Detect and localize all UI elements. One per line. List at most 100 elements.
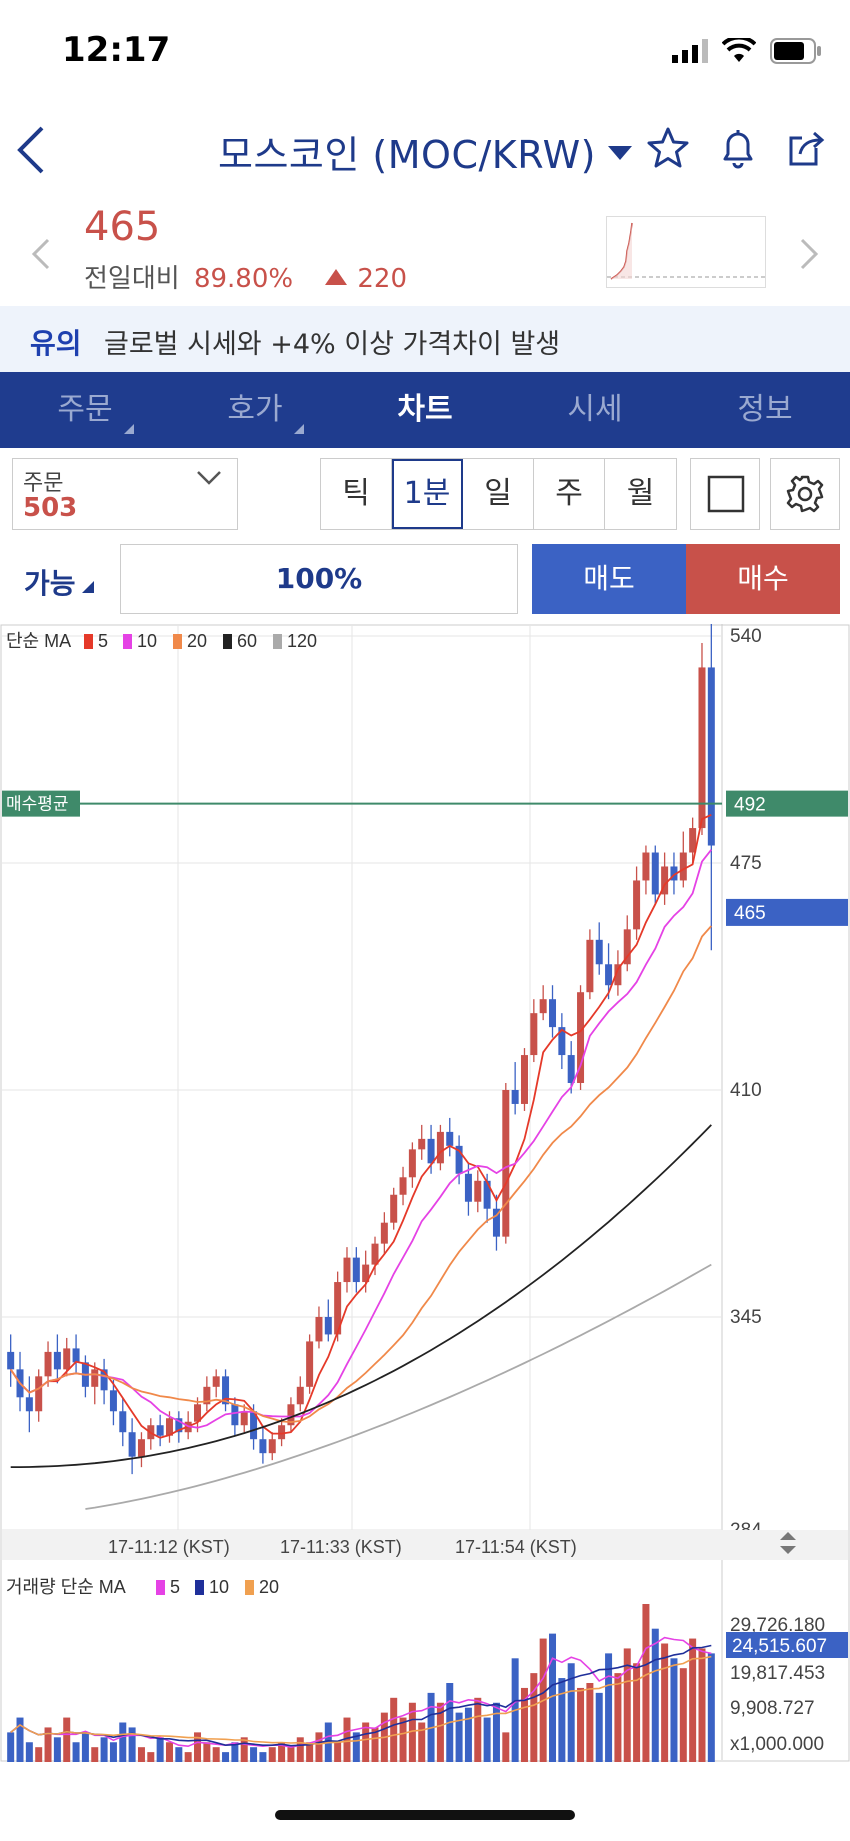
tab-order[interactable]: 주문 [0,372,170,448]
share-icon[interactable] [786,126,830,170]
available-selector[interactable]: 가능 [24,562,94,602]
candle-body [278,1425,286,1440]
time-tick-label: 17-11:33 (KST) [280,1537,402,1557]
volume-bar [418,1722,426,1762]
volume-bar [91,1747,99,1762]
tab-quotes[interactable]: 시세 [510,372,680,448]
candle-body [156,1425,164,1436]
volume-bar [175,1747,183,1762]
price-chart[interactable]: 540475410345284단순 MA5102060120매수평균492465… [0,624,850,1764]
star-icon[interactable] [646,126,690,170]
volume-bar [399,1717,407,1762]
candle-body [483,1180,491,1209]
main-tabs: 주문 호가 차트 시세 정보 [0,372,850,448]
percent-input[interactable]: 100% [120,544,518,614]
candle-body [240,1411,248,1426]
candle-body [128,1432,136,1457]
candle-body [259,1439,267,1454]
prev-market-arrow[interactable] [30,236,52,280]
square-icon [707,475,745,513]
notice-banner[interactable]: 유의 글로벌 시세와 +4% 이상 가격차이 발생 [0,306,850,372]
candle-body [418,1138,426,1150]
period-week[interactable]: 주 [534,459,605,529]
tab-orderbook[interactable]: 호가 [170,372,340,448]
legend-label: 20 [187,631,207,651]
candle-body [91,1369,99,1387]
status-bar: 12:17 [0,0,850,100]
sell-button[interactable]: 매도 [532,544,686,614]
volume-bar [137,1747,145,1762]
ma-line-120 [85,1263,712,1510]
volume-bar [165,1742,173,1762]
order-type-select[interactable]: 주문 503 [12,458,238,530]
candle-body [343,1257,351,1283]
status-time: 12:17 [62,30,171,70]
candle-body [119,1411,127,1433]
current-price: 465 [84,204,161,250]
legend-label: 120 [287,631,317,651]
volume-bar [464,1707,472,1762]
period-tick[interactable]: 틱 [321,459,392,529]
period-month[interactable]: 월 [605,459,676,529]
chart-area[interactable]: 540475410345284단순 MA5102060120매수평균492465… [0,624,850,1764]
fullscreen-button[interactable] [690,458,760,530]
candle-body [231,1404,239,1426]
candle-body [651,852,659,895]
volume-bar [390,1697,398,1762]
candle-body [72,1348,80,1363]
volume-bar [595,1692,603,1762]
price-tick-label: 475 [730,853,762,874]
volume-bar [156,1737,164,1762]
candle-body [427,1138,435,1164]
buy-button[interactable]: 매수 [686,544,840,614]
bell-icon[interactable] [716,126,760,170]
tab-label: 시세 [567,392,623,427]
volume-bar [63,1717,71,1762]
price-legend-prefix: 단순 MA [6,631,71,651]
tab-label: 차트 [397,392,453,427]
volume-bar [81,1732,89,1762]
volume-bar [614,1673,622,1762]
volume-bar [212,1747,220,1762]
battery-icon [770,38,821,64]
legend-swatch [156,1580,165,1595]
volume-bar [25,1742,33,1762]
candle-body [474,1180,482,1202]
volume-bar [474,1697,482,1762]
next-market-arrow[interactable] [798,236,820,280]
volume-bar [119,1722,127,1762]
candle-body [642,852,650,881]
change-percent: 89.80% [193,264,294,294]
volume-bar [670,1658,678,1762]
time-tick-label: 17-11:54 (KST) [455,1537,577,1557]
period-1min[interactable]: 1분 [392,459,463,529]
settings-button[interactable] [770,458,840,530]
tab-label: 호가 [227,392,283,427]
candle-body [679,852,687,881]
caret-down-icon [607,146,632,160]
volume-bar [184,1752,192,1762]
period-day[interactable]: 일 [463,459,534,529]
chevron-down-icon [197,471,221,485]
tab-info[interactable]: 정보 [680,372,850,448]
volume-bar [250,1747,258,1762]
volume-bar [7,1732,15,1762]
candle-body [446,1131,454,1146]
time-tick-label: 17-11:12 (KST) [108,1537,230,1557]
volume-bar [689,1638,697,1762]
chart-toolbar: 주문 503 틱 1분 일 주 월 [0,448,850,540]
candle-body [324,1316,332,1335]
volume-bar [502,1732,510,1762]
candle-body [399,1177,407,1195]
candle-body [296,1386,304,1405]
volume-bar [651,1628,659,1762]
candle-body [306,1341,314,1387]
sparkline-thumbnail[interactable] [606,216,766,288]
change-label: 전일대비 [84,264,180,294]
quick-order-row: 가능 100% 매도 매수 [0,540,850,616]
volume-bar [53,1737,61,1762]
candle-body [511,1089,519,1104]
chevron-left-icon [31,238,50,270]
legend-swatch [123,634,132,649]
tab-chart[interactable]: 차트 [340,372,510,448]
